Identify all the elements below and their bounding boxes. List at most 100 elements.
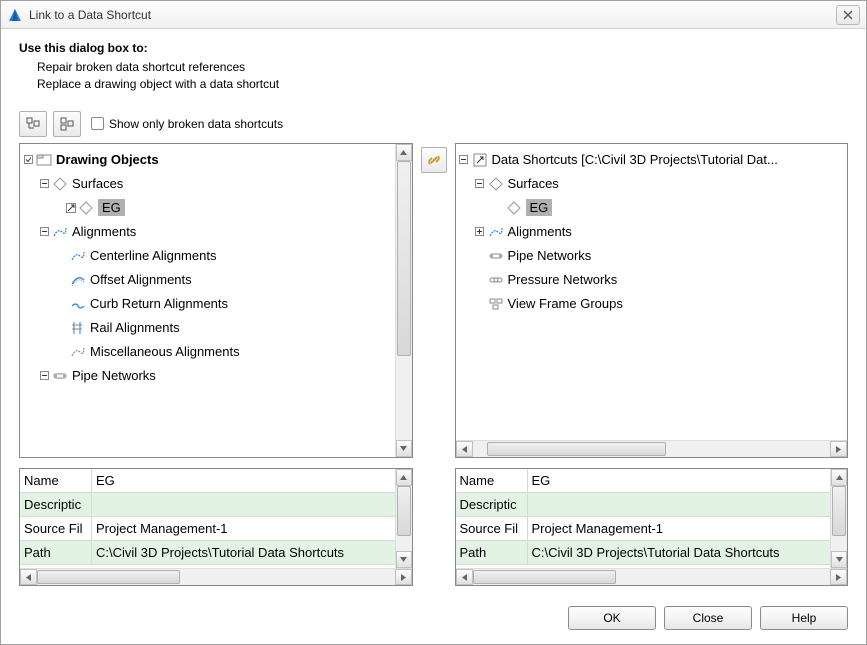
collapse-icon[interactable]: [38, 226, 50, 238]
surface-icon: [52, 176, 68, 192]
scroll-right-icon[interactable]: [395, 569, 412, 585]
rail-alignment-icon: [70, 320, 86, 336]
drawing-objects-tree[interactable]: Drawing Objects Surfaces: [20, 144, 395, 392]
grid-row-source-file[interactable]: Source Fil Project Management-1: [456, 517, 831, 541]
tree-node-offset[interactable]: Offset Alignments: [22, 268, 393, 292]
pipe-network-icon: [488, 248, 504, 264]
tree-node-pipe[interactable]: Pipe Networks: [22, 364, 393, 388]
scroll-up-icon[interactable]: [396, 144, 412, 161]
tree-node-eg[interactable]: EG: [22, 196, 393, 220]
left-column: Drawing Objects Surfaces: [19, 143, 413, 586]
data-shortcuts-tree-panel: Data Shortcuts [C:\Civil 3D Projects\Tut…: [455, 143, 849, 458]
expand-all-button[interactable]: [19, 111, 47, 137]
tree-node-curb[interactable]: Curb Return Alignments: [22, 292, 393, 316]
instructions-line-2: Replace a drawing object with a data sho…: [37, 76, 848, 93]
scroll-left-icon[interactable]: [456, 441, 473, 457]
middle-column: [419, 143, 449, 586]
scroll-left-icon[interactable]: [20, 569, 37, 585]
scroll-down-icon[interactable]: [396, 440, 412, 457]
scroll-thumb[interactable]: [37, 570, 180, 584]
dialog-window: Link to a Data Shortcut Use this dialog …: [0, 0, 867, 645]
tree-node-alignments[interactable]: Alignments: [22, 220, 393, 244]
toolbar: Show only broken data shortcuts: [19, 111, 848, 137]
alignment-icon: [70, 344, 86, 360]
instructions: Use this dialog box to: Repair broken da…: [19, 41, 848, 93]
help-button[interactable]: Help: [760, 606, 848, 630]
scroll-thumb[interactable]: [832, 486, 846, 536]
right-grid-vscroll[interactable]: [830, 469, 847, 568]
scroll-up-icon[interactable]: [831, 469, 847, 486]
view-frame-icon: [488, 296, 504, 312]
tree-node-rail[interactable]: Rail Alignments: [22, 316, 393, 340]
content-area: Use this dialog box to: Repair broken da…: [1, 29, 866, 596]
shortcut-folder-icon: [472, 152, 488, 168]
tree-node-surfaces[interactable]: Surfaces: [22, 172, 393, 196]
tree-node-centerline[interactable]: Centerline Alignments: [22, 244, 393, 268]
grid-row-path[interactable]: Path C:\Civil 3D Projects\Tutorial Data …: [20, 541, 395, 565]
grid-row-description[interactable]: Descriptic: [20, 493, 395, 517]
tree-node-pipe-r[interactable]: Pipe Networks: [458, 244, 846, 268]
curb-alignment-icon: [70, 296, 86, 312]
pressure-network-icon: [488, 272, 504, 288]
scroll-thumb[interactable]: [397, 486, 411, 536]
surface-icon: [78, 200, 94, 216]
collapse-icon[interactable]: [38, 370, 50, 382]
alignment-icon: [52, 224, 68, 240]
scroll-thumb[interactable]: [397, 161, 411, 357]
drawing-objects-tree-panel: Drawing Objects Surfaces: [19, 143, 413, 458]
scroll-thumb[interactable]: [473, 570, 616, 584]
right-grid-hscroll[interactable]: [456, 568, 848, 585]
link-button[interactable]: [421, 147, 447, 173]
tree-node-vfg-r[interactable]: View Frame Groups: [458, 292, 846, 316]
grid-row-source-file[interactable]: Source Fil Project Management-1: [20, 517, 395, 541]
left-grid-hscroll[interactable]: [20, 568, 412, 585]
collapse-all-button[interactable]: [53, 111, 81, 137]
tree-node-eg-r[interactable]: EG: [458, 196, 846, 220]
scroll-down-icon[interactable]: [396, 551, 412, 568]
folder-icon: [36, 152, 52, 168]
titlebar: Link to a Data Shortcut: [1, 1, 866, 29]
scroll-left-icon[interactable]: [456, 569, 473, 585]
tree-node-alignments-r[interactable]: Alignments: [458, 220, 846, 244]
alignment-icon: [70, 248, 86, 264]
show-broken-checkbox-wrap[interactable]: Show only broken data shortcuts: [91, 117, 283, 131]
ok-button[interactable]: OK: [568, 606, 656, 630]
tree-node-pressure-r[interactable]: Pressure Networks: [458, 268, 846, 292]
checkbox-icon[interactable]: [22, 154, 34, 166]
collapse-icon[interactable]: [38, 178, 50, 190]
instructions-header: Use this dialog box to:: [19, 41, 848, 55]
grid-row-description[interactable]: Descriptic: [456, 493, 831, 517]
tree-node-misc[interactable]: Miscellaneous Alignments: [22, 340, 393, 364]
pipe-network-icon: [52, 368, 68, 384]
grid-row-name[interactable]: Name EG: [20, 469, 395, 493]
collapse-icon[interactable]: [458, 154, 470, 166]
alignment-icon: [488, 224, 504, 240]
expand-icon[interactable]: [474, 226, 486, 238]
scroll-right-icon[interactable]: [830, 569, 847, 585]
scroll-up-icon[interactable]: [396, 469, 412, 486]
right-properties-grid: Name EG Descriptic Source Fil Project Ma…: [455, 468, 849, 586]
scroll-thumb[interactable]: [487, 442, 666, 456]
data-shortcuts-tree[interactable]: Data Shortcuts [C:\Civil 3D Projects\Tut…: [456, 144, 848, 440]
scroll-right-icon[interactable]: [830, 441, 847, 457]
right-column: Data Shortcuts [C:\Civil 3D Projects\Tut…: [455, 143, 849, 586]
tree-root-drawing-objects[interactable]: Drawing Objects: [22, 148, 393, 172]
show-broken-checkbox[interactable]: [91, 117, 104, 130]
offset-alignment-icon: [70, 272, 86, 288]
scroll-down-icon[interactable]: [831, 551, 847, 568]
surface-icon: [488, 176, 504, 192]
show-broken-label: Show only broken data shortcuts: [109, 117, 283, 131]
grid-row-path[interactable]: Path C:\Civil 3D Projects\Tutorial Data …: [456, 541, 831, 565]
close-dialog-button[interactable]: Close: [664, 606, 752, 630]
left-grid-vscroll[interactable]: [395, 469, 412, 568]
left-tree-vscroll[interactable]: [395, 144, 412, 457]
right-tree-hscroll[interactable]: [456, 440, 848, 457]
grid-row-name[interactable]: Name EG: [456, 469, 831, 493]
dialog-title: Link to a Data Shortcut: [29, 8, 836, 22]
tree-root-data-shortcuts[interactable]: Data Shortcuts [C:\Civil 3D Projects\Tut…: [458, 148, 846, 172]
tree-node-surfaces-r[interactable]: Surfaces: [458, 172, 846, 196]
app-icon: [7, 7, 23, 23]
close-button[interactable]: [836, 5, 860, 25]
surface-icon: [506, 200, 522, 216]
collapse-icon[interactable]: [474, 178, 486, 190]
